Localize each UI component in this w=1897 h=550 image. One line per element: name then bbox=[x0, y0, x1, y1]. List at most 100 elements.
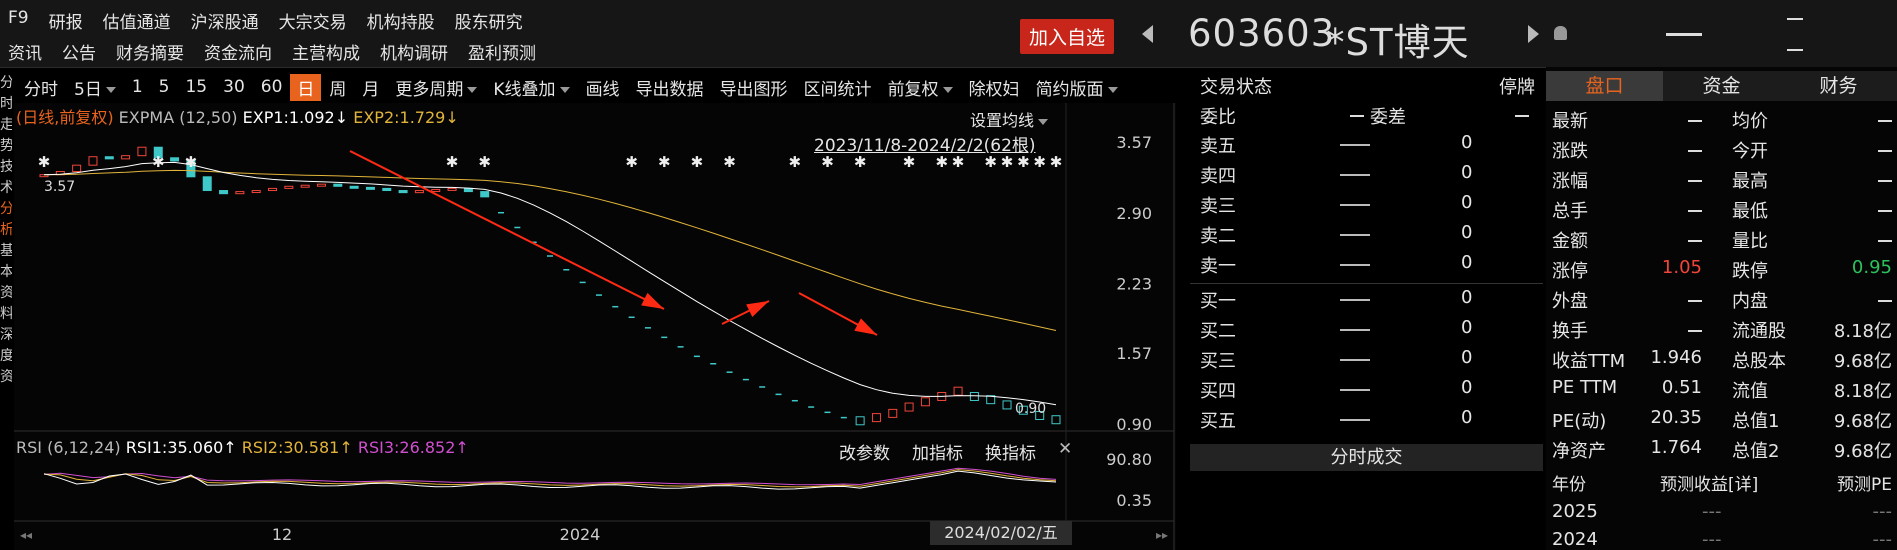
tool-k-overlay[interactable]: K线叠加 bbox=[485, 75, 577, 100]
tool-weekly[interactable]: 周 bbox=[321, 75, 354, 100]
event-star-icon[interactable]: ✱ bbox=[38, 153, 51, 171]
event-star-icon[interactable]: ✱ bbox=[446, 153, 459, 171]
side-tab-char[interactable]: 走 bbox=[0, 115, 12, 136]
tab-finance[interactable]: 财务 bbox=[1780, 71, 1897, 101]
bid-row[interactable]: 买四 0 bbox=[1200, 377, 1540, 405]
tool-5min[interactable]: 5 bbox=[151, 77, 178, 97]
tick-trades-title[interactable]: 分时成交 bbox=[1190, 444, 1543, 471]
next-stock-icon[interactable] bbox=[1528, 25, 1539, 43]
tool-draw-line[interactable]: 画线 bbox=[578, 75, 628, 100]
tool-simple-layout[interactable]: 简约版面 bbox=[1028, 75, 1126, 100]
menu-block-trade[interactable]: 大宗交易 bbox=[279, 8, 347, 33]
scroll-left-icon[interactable]: ◂◂ bbox=[20, 528, 32, 542]
quote-value-empty bbox=[1688, 330, 1702, 332]
ask-row[interactable]: 卖五 0 bbox=[1200, 132, 1540, 160]
tool-ex-rights[interactable]: 除权妇 bbox=[961, 75, 1028, 100]
side-tab-char[interactable]: 术 bbox=[0, 178, 12, 199]
tool-60min[interactable]: 60 bbox=[253, 77, 291, 97]
quote-row: 涨跌 今开 bbox=[1552, 137, 1892, 167]
scroll-right-icon[interactable]: ▸▸ bbox=[1156, 528, 1168, 542]
menu-institution-holding[interactable]: 机构持股 bbox=[367, 8, 435, 33]
ask-row[interactable]: 卖一 0 bbox=[1200, 252, 1540, 280]
side-tab-char[interactable]: 析 bbox=[0, 220, 12, 241]
tool-forward-adjust[interactable]: 前复权 bbox=[880, 75, 961, 100]
menu-f9[interactable]: F9 bbox=[8, 8, 29, 33]
menu-shareholder-research[interactable]: 股东研究 bbox=[455, 8, 523, 33]
ask-row[interactable]: 卖四 0 bbox=[1200, 162, 1540, 190]
menu-financial-summary[interactable]: 财务摘要 bbox=[116, 39, 184, 64]
side-tab-char[interactable]: 度 bbox=[0, 346, 12, 367]
tool-intraday[interactable]: 分时 bbox=[0, 75, 66, 100]
change-params-button[interactable]: 改参数 bbox=[839, 439, 890, 464]
close-icon[interactable]: ✕ bbox=[1058, 439, 1072, 464]
menu-profit-forecast[interactable]: 盈利预测 bbox=[468, 39, 536, 64]
menu-bar-top-icon[interactable] bbox=[1787, 18, 1803, 20]
event-star-icon[interactable]: ✱ bbox=[789, 153, 802, 171]
tool-monthly[interactable]: 月 bbox=[354, 75, 387, 100]
ask-row[interactable]: 卖二 0 bbox=[1200, 222, 1540, 250]
switch-indicator-button[interactable]: 换指标 bbox=[985, 439, 1036, 464]
ask-bid-divider bbox=[1190, 283, 1543, 284]
event-star-icon[interactable]: ✱ bbox=[625, 153, 638, 171]
side-tab-char[interactable]: 料 bbox=[0, 304, 12, 325]
set-ma-button[interactable]: 设置均线 bbox=[970, 107, 1049, 131]
add-to-watchlist-button[interactable]: 加入自选 bbox=[1020, 19, 1115, 54]
event-star-icon[interactable]: ✱ bbox=[152, 153, 165, 171]
bid-row[interactable]: 买一 0 bbox=[1200, 287, 1540, 315]
tool-export-data[interactable]: 导出数据 bbox=[628, 75, 712, 100]
menu-business-composition[interactable]: 主营构成 bbox=[292, 39, 360, 64]
event-star-icon[interactable]: ✱ bbox=[478, 153, 491, 171]
kline-chart-svg[interactable]: 3.57 2.90 2.23 1.57 0.90 90.80 0.35 ✱ ✱ ✱ ✱ ✱ ✱ ✱ ✱ ✱ ✱… bbox=[14, 103, 1176, 550]
bid-row[interactable]: 买二 0 bbox=[1200, 317, 1540, 345]
ask-row[interactable]: 卖三 0 bbox=[1200, 192, 1540, 220]
event-star-icon[interactable]: ✱ bbox=[691, 153, 704, 171]
tool-more-periods[interactable]: 更多周期 bbox=[387, 75, 485, 100]
forecast-eps-header[interactable]: 预测收益[详] bbox=[1660, 470, 1758, 495]
add-indicator-button[interactable]: 加指标 bbox=[912, 439, 963, 464]
quote-value-empty bbox=[1688, 300, 1702, 302]
menu-research-report[interactable]: 研报 bbox=[49, 8, 83, 33]
bid-row[interactable]: 买三 0 bbox=[1200, 347, 1540, 375]
tab-funds[interactable]: 资金 bbox=[1663, 71, 1780, 101]
event-star-icon[interactable]: ✱ bbox=[658, 153, 671, 171]
weibi-label: 委比 bbox=[1200, 107, 1236, 128]
tool-30min[interactable]: 30 bbox=[215, 77, 253, 97]
tool-daily[interactable]: 日 bbox=[290, 73, 322, 101]
bid-row[interactable]: 买五 0 bbox=[1200, 407, 1540, 435]
side-tab-char[interactable]: 本 bbox=[0, 262, 12, 283]
kline-chart-area[interactable]: 3.57 2.90 2.23 1.57 0.90 90.80 0.35 ✱ ✱ ✱ ✱ ✱ ✱ ✱ ✱ ✱ ✱… bbox=[14, 103, 1176, 550]
minimize-icon[interactable] bbox=[1666, 33, 1702, 36]
tool-range-stats[interactable]: 区间统计 bbox=[796, 75, 880, 100]
tool-export-image[interactable]: 导出图形 bbox=[712, 75, 796, 100]
side-tab-char[interactable]: 基 bbox=[0, 241, 12, 262]
side-tab-char[interactable]: 资 bbox=[0, 283, 12, 304]
menu-fund-flow[interactable]: 资金流向 bbox=[204, 39, 272, 64]
side-tab-char[interactable]: 势 bbox=[0, 136, 12, 157]
side-tab-char[interactable]: 分 bbox=[0, 199, 12, 220]
event-star-icon[interactable]: ✱ bbox=[723, 153, 736, 171]
event-star-icon[interactable]: ✱ bbox=[185, 153, 198, 171]
tool-15min[interactable]: 15 bbox=[177, 77, 215, 97]
tool-5day[interactable]: 5日 bbox=[66, 75, 124, 100]
weicha-label: 委差 bbox=[1370, 107, 1406, 128]
tab-handicap[interactable]: 盘口 bbox=[1546, 71, 1663, 101]
menu-stock-connect[interactable]: 沪深股通 bbox=[191, 8, 259, 33]
prev-stock-icon[interactable] bbox=[1142, 25, 1153, 43]
side-tab-char[interactable]: 技 bbox=[0, 157, 12, 178]
rsi-name[interactable]: RSI bbox=[16, 438, 42, 457]
menu-valuation-channel[interactable]: 估值通道 bbox=[103, 8, 171, 33]
event-star-icon[interactable]: ✱ bbox=[1050, 153, 1063, 171]
order-level-label: 买三 bbox=[1200, 351, 1236, 372]
k-indicator-name[interactable]: EXPMA bbox=[119, 108, 174, 127]
menu-news[interactable]: 资讯 bbox=[8, 39, 42, 64]
menu-bar-bottom-icon[interactable] bbox=[1787, 49, 1803, 51]
quote-row: 总手 最低 bbox=[1552, 197, 1892, 227]
side-tab-char[interactable]: 深 bbox=[0, 325, 12, 346]
order-level-label: 买二 bbox=[1200, 321, 1236, 342]
menu-announcement[interactable]: 公告 bbox=[62, 39, 96, 64]
side-tab-char[interactable]: 资 bbox=[0, 367, 12, 388]
menu-institution-survey[interactable]: 机构调研 bbox=[380, 39, 448, 64]
quote-value-empty bbox=[1878, 300, 1892, 302]
tool-1min[interactable]: 1 bbox=[124, 77, 151, 97]
bell-icon[interactable] bbox=[1554, 26, 1567, 40]
